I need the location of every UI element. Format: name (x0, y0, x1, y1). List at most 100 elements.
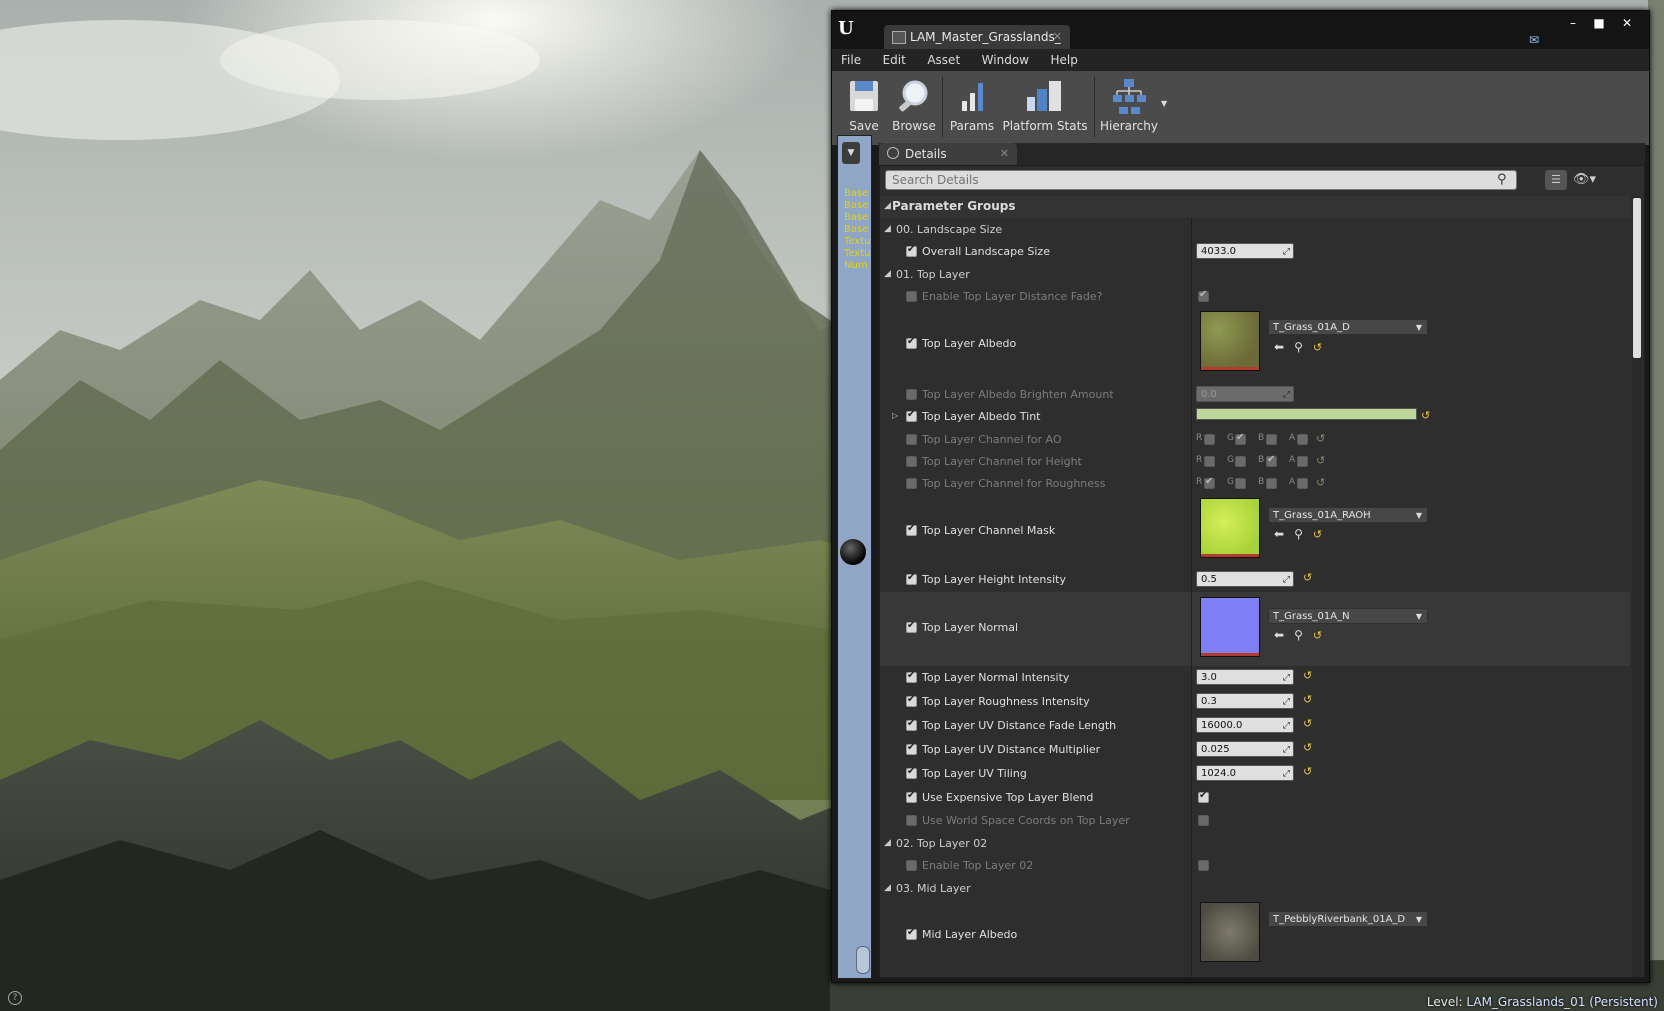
asset-picker[interactable]: T_Grass_01A_D ▼ (1268, 319, 1428, 335)
texture-thumbnail[interactable] (1200, 311, 1260, 371)
collapse-icon[interactable]: ◢ (884, 838, 891, 848)
override-checkbox[interactable] (906, 815, 917, 826)
override-checkbox[interactable] (906, 409, 917, 422)
override-checkbox[interactable] (906, 434, 917, 445)
override-checkbox[interactable] (906, 927, 917, 940)
search-icon[interactable]: ⚲ (1497, 172, 1513, 188)
override-checkbox[interactable] (906, 694, 917, 707)
save-button[interactable]: Save (844, 77, 884, 139)
number-input[interactable]: 0.025 ⤢ (1196, 741, 1294, 757)
override-checkbox[interactable] (906, 742, 917, 755)
use-selected-icon[interactable]: ⬅ (1274, 527, 1284, 541)
channel-g-checkbox[interactable] (1235, 478, 1246, 489)
override-checkbox[interactable] (906, 389, 917, 400)
texture-thumbnail[interactable] (1200, 498, 1260, 558)
value-checkbox[interactable] (1198, 289, 1209, 302)
platform-stats-button[interactable]: Platform Stats (1000, 77, 1090, 139)
list-view-icon[interactable]: ☰ (1545, 170, 1567, 190)
category-header[interactable]: ◢ Parameter Groups (880, 196, 1630, 218)
asset-picker[interactable]: T_Grass_01A_RAOH ▼ (1268, 507, 1428, 523)
override-checkbox[interactable] (906, 291, 917, 302)
texture-thumbnail[interactable] (1200, 597, 1260, 657)
close-tab-icon[interactable]: ✕ (1053, 25, 1062, 49)
use-selected-icon[interactable]: ⬅ (1274, 340, 1284, 354)
collapse-icon[interactable]: ◢ (884, 883, 891, 893)
browse-asset-icon[interactable]: ⚲ (1294, 340, 1303, 354)
number-input[interactable]: 0.0 ⤢ (1196, 386, 1294, 402)
number-input[interactable]: 4033.0 ⤢ (1196, 243, 1294, 259)
channel-b-checkbox[interactable] (1266, 454, 1277, 467)
channel-g-checkbox[interactable] (1235, 456, 1246, 467)
reset-icon[interactable]: ↺ (1316, 432, 1325, 445)
hierarchy-dropdown-icon[interactable]: ▼ (1161, 99, 1167, 108)
override-checkbox[interactable] (906, 244, 917, 257)
number-input[interactable]: 16000.0 ⤢ (1196, 717, 1294, 733)
drag-arrows-icon[interactable]: ⤢ (1283, 694, 1290, 710)
override-checkbox[interactable] (906, 620, 917, 633)
override-checkbox[interactable] (906, 456, 917, 467)
menu-asset[interactable]: Asset (918, 49, 969, 71)
value-checkbox[interactable] (1198, 790, 1209, 803)
reset-icon[interactable]: ↺ (1303, 765, 1312, 778)
expand-icon[interactable]: ▷ (892, 411, 898, 420)
drag-arrows-icon[interactable]: ⤢ (1283, 670, 1290, 686)
drag-arrows-icon[interactable]: ⤢ (1283, 572, 1290, 588)
override-checkbox[interactable] (906, 790, 917, 803)
reset-icon[interactable]: ↺ (1313, 528, 1322, 541)
browse-asset-icon[interactable]: ⚲ (1294, 628, 1303, 642)
browse-button[interactable]: Browse (890, 77, 938, 139)
drag-arrows-icon[interactable]: ⤢ (1283, 718, 1290, 734)
override-checkbox[interactable] (906, 670, 917, 683)
params-button[interactable]: Params (948, 77, 996, 139)
value-checkbox[interactable] (1198, 815, 1209, 826)
reset-icon[interactable]: ↺ (1303, 693, 1312, 706)
reset-icon[interactable]: ↺ (1303, 717, 1312, 730)
minimize-button[interactable]: – (1561, 15, 1585, 32)
asset-tab[interactable]: LAM_Master_Grasslands_ ✕ (884, 25, 1070, 49)
channel-r-checkbox[interactable] (1204, 434, 1215, 445)
asset-picker[interactable]: T_Grass_01A_N ▼ (1268, 608, 1428, 624)
channel-b-checkbox[interactable] (1266, 478, 1277, 489)
reset-icon[interactable]: ↺ (1316, 454, 1325, 467)
override-checkbox[interactable] (906, 766, 917, 779)
maximize-button[interactable]: ■ (1587, 15, 1611, 32)
override-checkbox[interactable] (906, 523, 917, 536)
drag-arrows-icon[interactable]: ⤢ (1283, 244, 1290, 260)
search-input[interactable] (885, 170, 1517, 190)
override-checkbox[interactable] (906, 718, 917, 731)
group-row[interactable]: ◢ 02. Top Layer 02 (880, 832, 1630, 854)
number-input[interactable]: 3.0 ⤢ (1196, 669, 1294, 685)
reset-icon[interactable]: ↺ (1421, 409, 1430, 422)
close-details-icon[interactable]: ✕ (1000, 143, 1009, 165)
channel-a-checkbox[interactable] (1297, 456, 1308, 467)
reset-icon[interactable]: ↺ (1303, 741, 1312, 754)
details-scrollbar[interactable] (1632, 196, 1642, 977)
menu-file[interactable]: File (832, 49, 870, 71)
channel-r-checkbox[interactable] (1204, 476, 1215, 489)
group-row[interactable]: ◢ 00. Landscape Size (880, 218, 1630, 240)
panel-scrollbar[interactable] (856, 946, 870, 974)
menu-window[interactable]: Window (973, 49, 1038, 71)
channel-r-checkbox[interactable] (1204, 456, 1215, 467)
override-checkbox[interactable] (906, 478, 917, 489)
channel-a-checkbox[interactable] (1297, 434, 1308, 445)
details-tab[interactable]: Details ✕ (879, 143, 1017, 165)
group-row[interactable]: ◢ 03. Mid Layer (880, 877, 1630, 899)
channel-b-checkbox[interactable] (1266, 434, 1277, 445)
browse-asset-icon[interactable]: ⚲ (1294, 527, 1303, 541)
panel-dropdown-button[interactable]: ▼ (842, 142, 860, 164)
texture-thumbnail[interactable] (1200, 902, 1260, 962)
channel-g-checkbox[interactable] (1235, 432, 1246, 445)
close-button[interactable]: ✕ (1615, 15, 1639, 32)
number-input[interactable]: 1024.0 ⤢ (1196, 765, 1294, 781)
help-icon[interactable]: ? (8, 991, 22, 1005)
color-swatch[interactable] (1196, 408, 1417, 420)
drag-arrows-icon[interactable]: ⤢ (1283, 387, 1290, 403)
reset-icon[interactable]: ↺ (1303, 571, 1312, 584)
asset-picker[interactable]: T_PebblyRiverbank_01A_D ▼ (1268, 911, 1428, 927)
reset-icon[interactable]: ↺ (1313, 341, 1322, 354)
override-checkbox[interactable] (906, 572, 917, 585)
collapse-icon[interactable]: ◢ (884, 201, 891, 211)
preview-sphere[interactable] (840, 539, 866, 565)
value-checkbox[interactable] (1198, 860, 1209, 871)
